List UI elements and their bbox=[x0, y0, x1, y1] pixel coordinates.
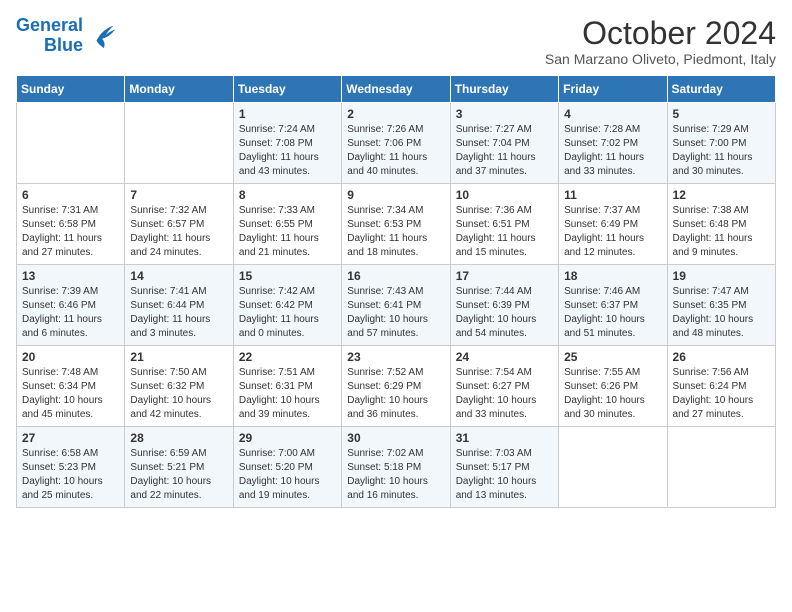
table-row: 5Sunrise: 7:29 AMSunset: 7:00 PMDaylight… bbox=[667, 103, 775, 184]
table-row: 11Sunrise: 7:37 AMSunset: 6:49 PMDayligh… bbox=[559, 184, 667, 265]
table-row: 30Sunrise: 7:02 AMSunset: 5:18 PMDayligh… bbox=[342, 427, 450, 508]
title-block: October 2024 San Marzano Oliveto, Piedmo… bbox=[545, 16, 776, 67]
header-thursday: Thursday bbox=[450, 76, 558, 103]
table-row: 29Sunrise: 7:00 AMSunset: 5:20 PMDayligh… bbox=[233, 427, 341, 508]
page-header: General Blue October 2024 San Marzano Ol… bbox=[16, 16, 776, 67]
logo-text-blue: Blue bbox=[44, 36, 83, 56]
table-row bbox=[559, 427, 667, 508]
logo-bird-icon bbox=[89, 22, 117, 50]
table-row: 28Sunrise: 6:59 AMSunset: 5:21 PMDayligh… bbox=[125, 427, 233, 508]
table-row: 6Sunrise: 7:31 AMSunset: 6:58 PMDaylight… bbox=[17, 184, 125, 265]
logo: General Blue bbox=[16, 16, 117, 56]
table-row: 22Sunrise: 7:51 AMSunset: 6:31 PMDayligh… bbox=[233, 346, 341, 427]
table-row: 25Sunrise: 7:55 AMSunset: 6:26 PMDayligh… bbox=[559, 346, 667, 427]
table-row: 14Sunrise: 7:41 AMSunset: 6:44 PMDayligh… bbox=[125, 265, 233, 346]
header-monday: Monday bbox=[125, 76, 233, 103]
table-row: 20Sunrise: 7:48 AMSunset: 6:34 PMDayligh… bbox=[17, 346, 125, 427]
table-row: 21Sunrise: 7:50 AMSunset: 6:32 PMDayligh… bbox=[125, 346, 233, 427]
table-row: 26Sunrise: 7:56 AMSunset: 6:24 PMDayligh… bbox=[667, 346, 775, 427]
calendar-table: Sunday Monday Tuesday Wednesday Thursday… bbox=[16, 75, 776, 508]
table-row: 12Sunrise: 7:38 AMSunset: 6:48 PMDayligh… bbox=[667, 184, 775, 265]
table-row: 1Sunrise: 7:24 AMSunset: 7:08 PMDaylight… bbox=[233, 103, 341, 184]
table-row: 15Sunrise: 7:42 AMSunset: 6:42 PMDayligh… bbox=[233, 265, 341, 346]
table-row: 8Sunrise: 7:33 AMSunset: 6:55 PMDaylight… bbox=[233, 184, 341, 265]
table-row: 10Sunrise: 7:36 AMSunset: 6:51 PMDayligh… bbox=[450, 184, 558, 265]
table-row: 19Sunrise: 7:47 AMSunset: 6:35 PMDayligh… bbox=[667, 265, 775, 346]
table-row: 2Sunrise: 7:26 AMSunset: 7:06 PMDaylight… bbox=[342, 103, 450, 184]
table-row: 23Sunrise: 7:52 AMSunset: 6:29 PMDayligh… bbox=[342, 346, 450, 427]
header-saturday: Saturday bbox=[667, 76, 775, 103]
header-row: Sunday Monday Tuesday Wednesday Thursday… bbox=[17, 76, 776, 103]
calendar-subtitle: San Marzano Oliveto, Piedmont, Italy bbox=[545, 51, 776, 67]
logo-text-general: General bbox=[16, 16, 83, 36]
header-tuesday: Tuesday bbox=[233, 76, 341, 103]
table-row: 31Sunrise: 7:03 AMSunset: 5:17 PMDayligh… bbox=[450, 427, 558, 508]
table-row: 18Sunrise: 7:46 AMSunset: 6:37 PMDayligh… bbox=[559, 265, 667, 346]
table-row bbox=[125, 103, 233, 184]
calendar-title: October 2024 bbox=[545, 16, 776, 51]
table-row: 27Sunrise: 6:58 AMSunset: 5:23 PMDayligh… bbox=[17, 427, 125, 508]
table-row: 7Sunrise: 7:32 AMSunset: 6:57 PMDaylight… bbox=[125, 184, 233, 265]
table-row: 9Sunrise: 7:34 AMSunset: 6:53 PMDaylight… bbox=[342, 184, 450, 265]
table-row: 16Sunrise: 7:43 AMSunset: 6:41 PMDayligh… bbox=[342, 265, 450, 346]
table-row: 24Sunrise: 7:54 AMSunset: 6:27 PMDayligh… bbox=[450, 346, 558, 427]
header-wednesday: Wednesday bbox=[342, 76, 450, 103]
table-row: 13Sunrise: 7:39 AMSunset: 6:46 PMDayligh… bbox=[17, 265, 125, 346]
header-sunday: Sunday bbox=[17, 76, 125, 103]
table-row bbox=[667, 427, 775, 508]
table-row: 17Sunrise: 7:44 AMSunset: 6:39 PMDayligh… bbox=[450, 265, 558, 346]
table-row: 3Sunrise: 7:27 AMSunset: 7:04 PMDaylight… bbox=[450, 103, 558, 184]
table-row bbox=[17, 103, 125, 184]
header-friday: Friday bbox=[559, 76, 667, 103]
table-row: 4Sunrise: 7:28 AMSunset: 7:02 PMDaylight… bbox=[559, 103, 667, 184]
